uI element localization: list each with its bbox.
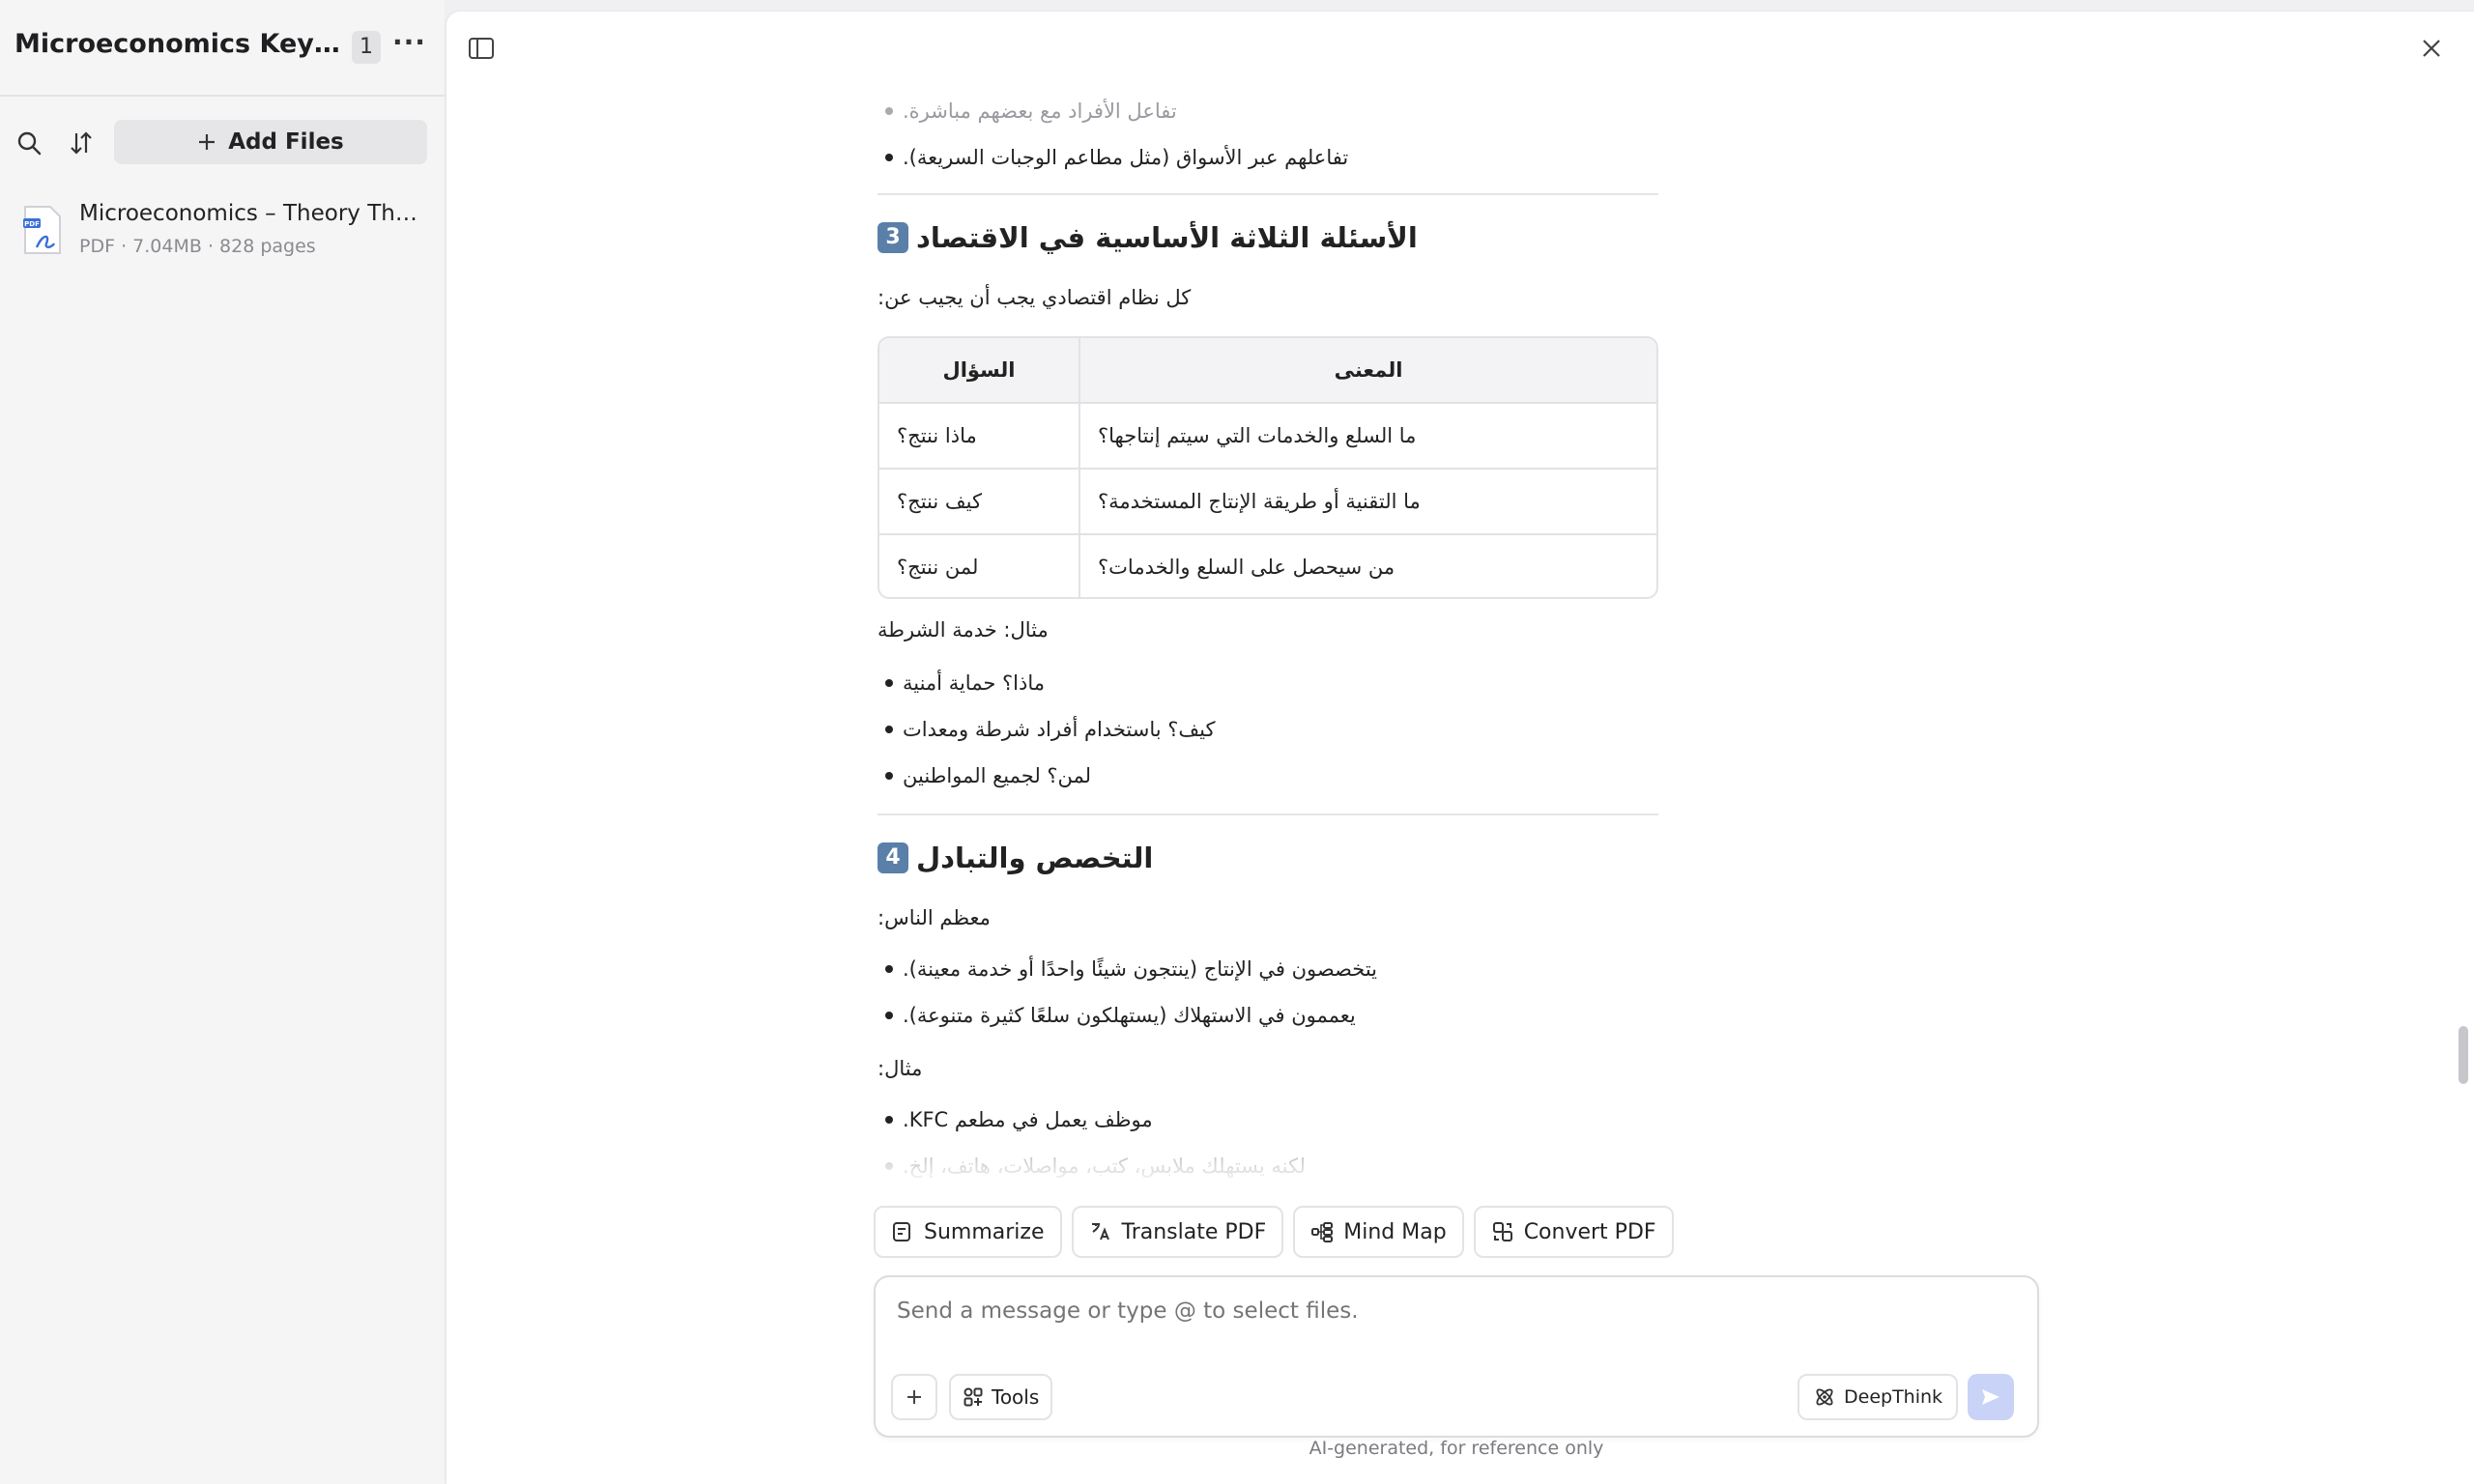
sidebar-toggle-icon[interactable] xyxy=(466,33,504,71)
table-row: ماذا ننتج؟ ما السلع والخدمات التي سيتم إ… xyxy=(879,404,1656,470)
list-item: لمن؟ لجميع المواطنين xyxy=(877,757,1658,796)
section-number-badge: 3 xyxy=(877,222,908,253)
table-cell: لمن ننتج؟ xyxy=(879,535,1080,597)
bullet-dot xyxy=(885,1116,893,1124)
tools-icon xyxy=(964,1387,983,1407)
bullet-dot xyxy=(885,726,893,733)
convert-icon xyxy=(1492,1222,1512,1241)
atom-icon xyxy=(1816,1388,1833,1406)
table-header-cell: السؤال xyxy=(879,338,1080,402)
questions-table: السؤال المعنى ماذا ننتج؟ ما السلع والخدم… xyxy=(877,336,1658,599)
mind-map-label: Mind Map xyxy=(1343,1219,1447,1244)
table-cell: من سيحصل على السلع والخدمات؟ xyxy=(1098,556,1395,579)
tools-label: Tools xyxy=(992,1385,1040,1409)
bullet-dot xyxy=(885,965,893,973)
section-heading: 3 الأسئلة الثلاثة الأساسية في الاقتصاد xyxy=(877,214,1658,261)
table-row: لمن ننتج؟ من سيحصل على السلع والخدمات؟ xyxy=(879,535,1656,597)
more-options-icon[interactable]: ··· xyxy=(392,29,425,64)
attach-button[interactable] xyxy=(891,1374,937,1420)
file-count-badge: 1 xyxy=(352,31,381,64)
svg-text:PDF: PDF xyxy=(24,220,40,228)
table-cell: ما التقنية أو طريقة الإنتاج المستخدمة؟ xyxy=(1098,490,1421,513)
table-header-cell: المعنى xyxy=(1334,358,1403,382)
send-icon xyxy=(1982,1389,1999,1405)
summarize-button[interactable]: Summarize xyxy=(874,1206,1062,1258)
file-pages: 828 pages xyxy=(219,236,316,257)
quick-actions: Summarize Translate PDF Mind Map Convert… xyxy=(874,1206,1674,1258)
sidebar-header: Microeconomics Key Con... 1 ··· xyxy=(0,0,445,97)
message-input[interactable] xyxy=(897,1298,2008,1324)
table-cell: ماذا ننتج؟ xyxy=(879,404,1080,468)
divider xyxy=(877,193,1658,195)
ai-disclaimer: AI-generated, for reference only xyxy=(1309,1438,1604,1459)
tools-button[interactable]: Tools xyxy=(949,1374,1053,1420)
sidebar: Microeconomics Key Con... 1 ··· Add File… xyxy=(0,0,445,1484)
example-label: مثال: خدمة الشرطة xyxy=(877,618,1049,642)
section-intro: كل نظام اقتصادي يجب أن يجيب عن: xyxy=(877,286,1192,309)
list-item: لكنه يستهلك ملابس، كتب، مواصلات، هاتف، إ… xyxy=(877,1148,1658,1186)
table-cell: ما السلع والخدمات التي سيتم إنتاجها؟ xyxy=(1098,424,1417,447)
section-heading: 4 التخصص والتبادل xyxy=(877,835,1658,881)
bullet-dot xyxy=(885,154,893,161)
bullet-dot xyxy=(885,1162,893,1170)
list-item: يتخصصون في الإنتاج (ينتجون شيئًا واحدًا … xyxy=(877,951,1658,989)
file-name: Microeconomics – Theory Thr... xyxy=(79,201,417,226)
mind-map-button[interactable]: Mind Map xyxy=(1293,1206,1464,1258)
pdf-file-icon: PDF xyxy=(23,205,62,255)
list-item: موظف يعمل في مطعم KFC. xyxy=(877,1101,1658,1140)
section-title: التخصص والتبادل xyxy=(916,842,1154,874)
convert-pdf-button[interactable]: Convert PDF xyxy=(1473,1206,1674,1258)
send-button[interactable] xyxy=(1968,1374,2014,1420)
table-cell: كيف ننتج؟ xyxy=(879,470,1080,533)
table-header-row: السؤال المعنى xyxy=(879,338,1656,404)
table-row: كيف ننتج؟ ما التقنية أو طريقة الإنتاج ال… xyxy=(879,470,1656,535)
summarize-label: Summarize xyxy=(924,1219,1045,1244)
example-label: مثال: xyxy=(877,1057,923,1080)
summarize-icon xyxy=(893,1222,910,1241)
translate-pdf-button[interactable]: Translate PDF xyxy=(1071,1206,1284,1258)
search-icon[interactable] xyxy=(10,124,48,162)
bullet-dot xyxy=(885,107,893,115)
list-item: تفاعل الأفراد مع بعضهم مباشرة. xyxy=(877,93,1658,131)
add-files-label: Add Files xyxy=(228,129,344,155)
sort-icon[interactable] xyxy=(62,124,101,162)
add-files-button[interactable]: Add Files xyxy=(114,120,427,164)
deepthink-label: DeepThink xyxy=(1844,1386,1943,1408)
conversation-title[interactable]: Microeconomics Key Con... xyxy=(14,29,343,59)
bullet-dot xyxy=(885,679,893,687)
translate-pdf-label: Translate PDF xyxy=(1121,1219,1267,1244)
list-item: ماذا؟ حماية أمنية xyxy=(877,665,1658,703)
plus-icon xyxy=(199,134,216,150)
list-item: تفاعلهم عبر الأسواق (مثل مطاعم الوجبات ا… xyxy=(877,139,1658,178)
main-panel: تفاعل الأفراد مع بعضهم مباشرة. تفاعلهم ع… xyxy=(446,12,2474,1484)
message-composer: Tools DeepThink xyxy=(874,1275,2039,1438)
file-meta: PDF · 7.04MB · 828 pages xyxy=(79,236,316,257)
file-size: 7.04MB xyxy=(132,236,202,257)
plus-icon xyxy=(907,1390,921,1404)
section-intro: معظم الناس: xyxy=(877,906,991,929)
list-item: كيف؟ باستخدام أفراد شرطة ومعدات xyxy=(877,711,1658,750)
scrollbar-thumb[interactable] xyxy=(2459,1026,2468,1084)
file-type: PDF xyxy=(79,236,116,257)
divider xyxy=(877,813,1658,815)
section-title: الأسئلة الثلاثة الأساسية في الاقتصاد xyxy=(916,221,1418,254)
translate-icon xyxy=(1091,1223,1109,1241)
file-list-item[interactable]: PDF Microeconomics – Theory Thr... PDF ·… xyxy=(14,199,439,263)
sidebar-toolbar: Add Files xyxy=(0,116,445,170)
convert-pdf-label: Convert PDF xyxy=(1523,1219,1656,1244)
list-item: يعممون في الاستهلاك (يستهلكون سلعًا كثير… xyxy=(877,997,1658,1036)
close-icon[interactable] xyxy=(2416,33,2455,71)
bullet-dot xyxy=(885,772,893,780)
message-content: تفاعل الأفراد مع بعضهم مباشرة. تفاعلهم ع… xyxy=(877,50,1658,1186)
bullet-dot xyxy=(885,1012,893,1019)
section-number-badge: 4 xyxy=(877,842,908,873)
mind-map-icon xyxy=(1311,1222,1334,1242)
deepthink-button[interactable]: DeepThink xyxy=(1798,1374,1959,1420)
